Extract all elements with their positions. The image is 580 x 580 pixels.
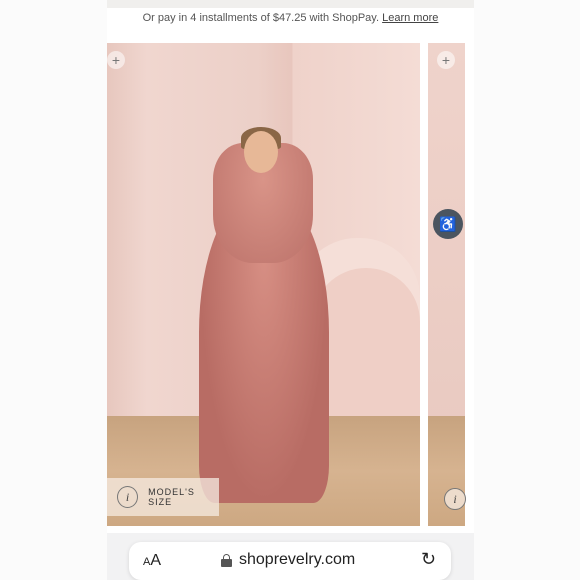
model-head — [244, 131, 278, 173]
info-icon: i — [117, 486, 139, 508]
model-size-button[interactable]: i MODEL'S SIZE — [107, 478, 219, 516]
text-size-button[interactable]: AA — [143, 552, 161, 570]
learn-more-link[interactable]: Learn more — [382, 12, 438, 24]
url-text[interactable]: shoprevelry.com — [239, 551, 355, 569]
right-margin — [474, 0, 580, 580]
wood-floor-next — [428, 416, 465, 526]
phone-screen: Or pay in 4 installments of $47.25 with … — [107, 0, 474, 580]
info-icon-next[interactable]: i — [444, 488, 466, 510]
left-margin — [0, 0, 107, 580]
shoppay-promo: Or pay in 4 installments of $47.25 with … — [107, 12, 474, 24]
product-image-main[interactable]: + i MODEL'S SIZE — [107, 43, 420, 526]
zoom-plus-icon[interactable]: + — [107, 51, 125, 69]
address-bar[interactable]: AA shoprevelry.com ↻ — [129, 542, 451, 580]
product-image-next[interactable] — [428, 43, 465, 526]
lock-icon — [221, 554, 232, 567]
promo-text: Or pay in 4 installments of $47.25 with … — [142, 12, 380, 24]
top-strip — [107, 0, 474, 8]
accessibility-icon[interactable]: ♿ — [433, 209, 463, 239]
model-size-label: MODEL'S SIZE — [148, 487, 195, 507]
reload-icon[interactable]: ↻ — [421, 549, 436, 570]
zoom-plus-icon-next[interactable]: + — [437, 51, 455, 69]
